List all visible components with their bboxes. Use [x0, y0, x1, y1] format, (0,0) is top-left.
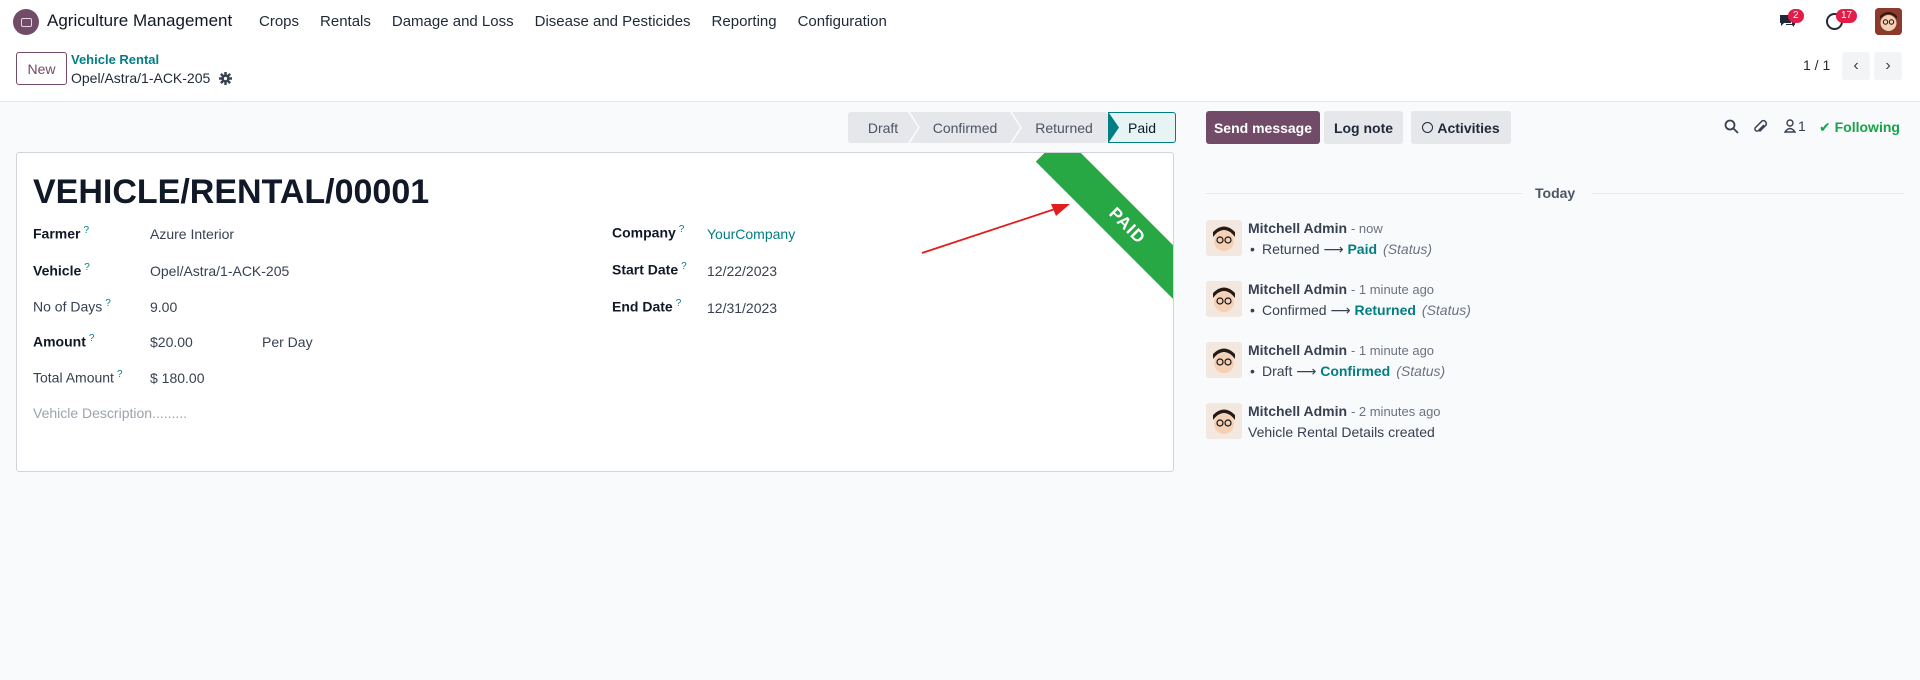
amount-unit: Per Day — [262, 334, 313, 350]
pager-next-button[interactable]: › — [1874, 52, 1902, 80]
menu-reporting[interactable]: Reporting — [712, 13, 777, 30]
days-label: No of Days? — [33, 298, 111, 315]
record-title: VEHICLE/RENTAL/00001 — [33, 173, 430, 211]
new-button[interactable]: New — [16, 52, 67, 85]
messages-badge: 2 — [1788, 9, 1804, 23]
annotation-arrow-icon — [921, 204, 1070, 254]
send-message-button[interactable]: Send message — [1206, 111, 1320, 144]
farmer-field[interactable]: Azure Interior — [150, 226, 234, 242]
message-author[interactable]: Mitchell Admin - 2 minutes ago — [1248, 403, 1441, 419]
followers-icon[interactable] — [1784, 119, 1796, 133]
today-label: Today — [1535, 185, 1576, 201]
message-tracking: • Returned ⟶ Paid (Status) — [1250, 241, 1433, 257]
gear-icon[interactable] — [219, 72, 232, 85]
arrow-right-icon: ⟶ — [1296, 363, 1317, 379]
arrow-right-icon: ⟶ — [1323, 241, 1344, 257]
breadcrumb-current: Opel/Astra/1-ACK-205 — [71, 70, 211, 86]
check-icon: ✔ — [1819, 119, 1831, 135]
following-label: Following — [1834, 119, 1900, 135]
followers-count[interactable]: 1 — [1798, 118, 1806, 134]
arrow-right-icon: ⟶ — [1330, 302, 1351, 318]
message-author[interactable]: Mitchell Admin - 1 minute ago — [1248, 281, 1434, 297]
paperclip-icon[interactable] — [1753, 119, 1768, 135]
end-date-field[interactable]: 12/31/2023 — [707, 300, 777, 316]
vehicle-description-field[interactable]: Vehicle Description......... — [33, 405, 187, 421]
avatar[interactable] — [1206, 281, 1242, 317]
following-button[interactable]: ✔ Following — [1819, 119, 1900, 136]
main-menu: Crops Rentals Damage and Loss Disease an… — [259, 13, 908, 30]
help-tooltip-icon[interactable]: ? — [676, 298, 682, 309]
log-note-button[interactable]: Log note — [1324, 111, 1403, 144]
help-tooltip-icon[interactable]: ? — [681, 261, 687, 272]
help-tooltip-icon[interactable]: ? — [117, 369, 123, 380]
avatar[interactable] — [1206, 220, 1242, 256]
menu-disease-and-pesticides[interactable]: Disease and Pesticides — [535, 13, 691, 30]
message-tracking: • Draft ⟶ Confirmed (Status) — [1250, 363, 1446, 379]
activities-button[interactable]: Activities — [1411, 111, 1511, 144]
app-home-icon[interactable] — [13, 9, 39, 35]
stage-paid[interactable]: Paid — [1108, 112, 1176, 143]
menu-configuration[interactable]: Configuration — [798, 13, 887, 30]
chevron-left-icon: ‹ — [1853, 57, 1859, 74]
pager-value[interactable]: 1 / 1 — [1803, 57, 1830, 73]
message-author[interactable]: Mitchell Admin - 1 minute ago — [1248, 342, 1434, 358]
status-bar: Draft Confirmed Returned Paid — [848, 112, 1176, 143]
message-body: Vehicle Rental Details created — [1248, 424, 1435, 440]
stage-returned[interactable]: Returned — [1012, 112, 1116, 143]
message-author[interactable]: Mitchell Admin - now — [1248, 220, 1383, 236]
stage-confirmed[interactable]: Confirmed — [910, 112, 1020, 143]
menu-damage-and-loss[interactable]: Damage and Loss — [392, 13, 514, 30]
help-tooltip-icon[interactable]: ? — [679, 224, 685, 235]
chevron-right-icon: › — [1885, 57, 1891, 74]
vehicle-label: Vehicle? — [33, 262, 90, 279]
app-name[interactable]: Agriculture Management — [47, 11, 232, 31]
company-label: Company? — [612, 224, 685, 241]
amount-field[interactable]: $20.00 — [150, 334, 193, 350]
start-date-label: Start Date? — [612, 261, 687, 278]
total-amount-label: Total Amount? — [33, 369, 123, 386]
vehicle-field[interactable]: Opel/Astra/1-ACK-205 — [150, 263, 289, 279]
help-tooltip-icon[interactable]: ? — [89, 333, 95, 344]
activities-button-label: Activities — [1437, 119, 1500, 136]
today-divider — [1206, 193, 1522, 194]
user-avatar[interactable] — [1875, 8, 1902, 35]
farmer-label: Farmer? — [33, 225, 90, 242]
avatar[interactable] — [1206, 403, 1242, 439]
clock-icon — [1422, 122, 1434, 133]
search-icon[interactable] — [1724, 119, 1739, 134]
menu-crops[interactable]: Crops — [259, 13, 299, 30]
help-tooltip-icon[interactable]: ? — [84, 262, 90, 273]
top-navbar: Agriculture Management Crops Rentals Dam… — [0, 0, 1920, 44]
total-amount-field: $ 180.00 — [150, 370, 205, 386]
end-date-label: End Date? — [612, 298, 682, 315]
start-date-field[interactable]: 12/22/2023 — [707, 263, 777, 279]
today-divider — [1592, 193, 1904, 194]
help-tooltip-icon[interactable]: ? — [83, 225, 89, 236]
message-tracking: • Confirmed ⟶ Returned (Status) — [1250, 302, 1471, 318]
pager-previous-button[interactable]: ‹ — [1842, 52, 1870, 80]
company-field[interactable]: YourCompany — [707, 226, 795, 242]
avatar[interactable] — [1206, 342, 1242, 378]
amount-label: Amount? — [33, 333, 95, 350]
control-panel: New Vehicle Rental Opel/Astra/1-ACK-205 … — [0, 44, 1920, 102]
days-field[interactable]: 9.00 — [150, 299, 177, 315]
stage-draft[interactable]: Draft — [848, 112, 918, 143]
activities-badge: 17 — [1836, 9, 1858, 23]
help-tooltip-icon[interactable]: ? — [105, 298, 111, 309]
breadcrumb-parent[interactable]: Vehicle Rental — [71, 52, 159, 67]
stage-paid-label: Paid — [1109, 113, 1175, 142]
menu-rentals[interactable]: Rentals — [320, 13, 371, 30]
